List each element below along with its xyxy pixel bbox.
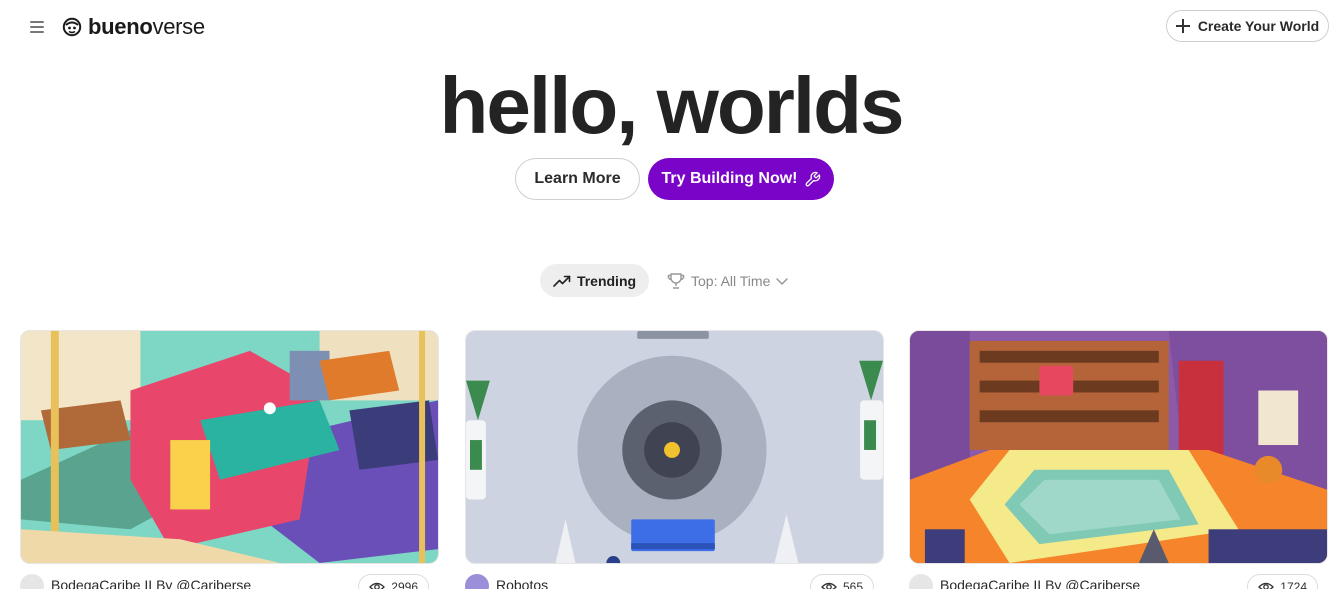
view-count: 2996 — [391, 580, 418, 589]
hero-title: hello, worlds — [439, 61, 905, 150]
world-thumbnail[interactable] — [465, 330, 884, 564]
eye-icon — [369, 582, 386, 589]
bueno-logo-icon — [62, 17, 82, 37]
view-count-badge: 2996 — [358, 574, 429, 589]
plus-icon — [1175, 19, 1190, 33]
try-building-button[interactable]: Try Building Now! — [648, 158, 834, 200]
brand-name: buenoverse — [88, 14, 205, 39]
view-count-badge: 1724 — [1247, 574, 1318, 589]
world-title[interactable]: BodegaCaribe II By @Cariberse — [940, 577, 1140, 589]
world-thumbnail[interactable] — [20, 330, 439, 564]
learn-more-button[interactable]: Learn More — [515, 158, 640, 200]
create-world-button[interactable]: Create Your World — [1166, 10, 1329, 42]
menu-icon[interactable] — [24, 14, 50, 40]
view-count: 565 — [842, 580, 863, 589]
world-thumbnail[interactable] — [909, 330, 1328, 564]
try-building-label: Try Building Now! — [661, 170, 798, 187]
trophy-icon — [667, 272, 685, 289]
view-count-badge: 565 — [809, 574, 874, 589]
world-card[interactable]: BodegaCaribe II By @Cariberse 1724 — [909, 330, 1328, 589]
trending-icon — [553, 275, 571, 287]
author-avatar[interactable] — [465, 574, 489, 589]
author-avatar[interactable] — [20, 574, 44, 589]
chevron-down-icon — [776, 277, 789, 285]
brand-logo[interactable]: buenoverse — [62, 14, 205, 40]
world-card[interactable]: BodegaCaribe II By @Cariberse 2996 — [20, 330, 439, 589]
eye-icon — [821, 582, 837, 589]
filter-trending-label: Trending — [576, 272, 637, 289]
filter-top-dropdown[interactable]: Top: All Time — [666, 264, 796, 297]
world-title[interactable]: Robotos — [496, 577, 548, 589]
create-world-label: Create Your World — [1197, 18, 1320, 34]
world-title[interactable]: BodegaCaribe II By @Cariberse — [51, 577, 251, 589]
eye-icon — [1258, 582, 1275, 589]
world-card[interactable]: Robotos 565 — [465, 330, 884, 589]
filter-trending[interactable]: Trending — [540, 264, 649, 297]
wrench-icon — [805, 171, 820, 186]
author-avatar[interactable] — [909, 574, 933, 589]
filter-top-label: Top: All Time — [691, 272, 771, 289]
view-count: 1724 — [1280, 580, 1307, 589]
